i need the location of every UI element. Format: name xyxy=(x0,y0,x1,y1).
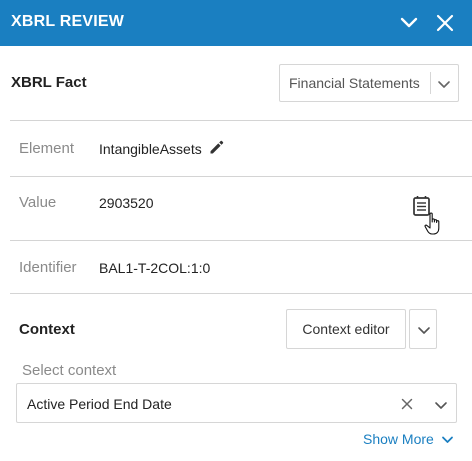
context-dropdown-button[interactable] xyxy=(409,309,437,349)
context-editor-button[interactable]: Context editor xyxy=(286,309,406,349)
view-select[interactable]: Financial Statements xyxy=(279,64,459,102)
divider xyxy=(10,120,472,121)
document-list-icon[interactable] xyxy=(410,195,446,241)
element-label: Element xyxy=(19,140,75,157)
pencil-icon[interactable] xyxy=(208,138,226,156)
view-select-value: Financial Statements xyxy=(289,75,420,91)
show-more-link[interactable]: Show More xyxy=(363,431,454,447)
collapse-button[interactable] xyxy=(397,11,421,35)
chevron-down-icon xyxy=(400,17,418,28)
divider xyxy=(10,293,472,294)
identifier-value: BAL1-T-2COL:1:0 xyxy=(99,260,211,276)
show-more-label: Show More xyxy=(363,431,434,447)
identifier-label: Identifier xyxy=(19,259,77,276)
chevron-down-icon xyxy=(441,436,453,443)
panel-title: XBRL REVIEW xyxy=(11,13,125,30)
fact-title: XBRL Fact xyxy=(11,74,87,91)
close-icon xyxy=(436,14,454,32)
element-value: IntangibleAssets xyxy=(99,141,202,157)
context-title: Context xyxy=(19,321,75,338)
context-select[interactable]: Active Period End Date xyxy=(16,383,457,423)
clear-icon[interactable] xyxy=(401,398,413,410)
chevron-down-icon xyxy=(438,81,450,88)
panel-header: XBRL REVIEW xyxy=(0,0,472,46)
chevron-down-icon xyxy=(418,327,430,334)
context-select-value: Active Period End Date xyxy=(27,396,172,412)
chevron-down-icon xyxy=(435,402,447,409)
select-context-label: Select context xyxy=(22,362,117,379)
select-divider xyxy=(430,72,431,94)
divider xyxy=(10,176,472,177)
value-value: 2903520 xyxy=(99,195,154,211)
close-button[interactable] xyxy=(433,11,457,35)
value-label: Value xyxy=(19,194,57,211)
context-editor-label: Context editor xyxy=(302,321,390,337)
divider xyxy=(10,240,472,241)
